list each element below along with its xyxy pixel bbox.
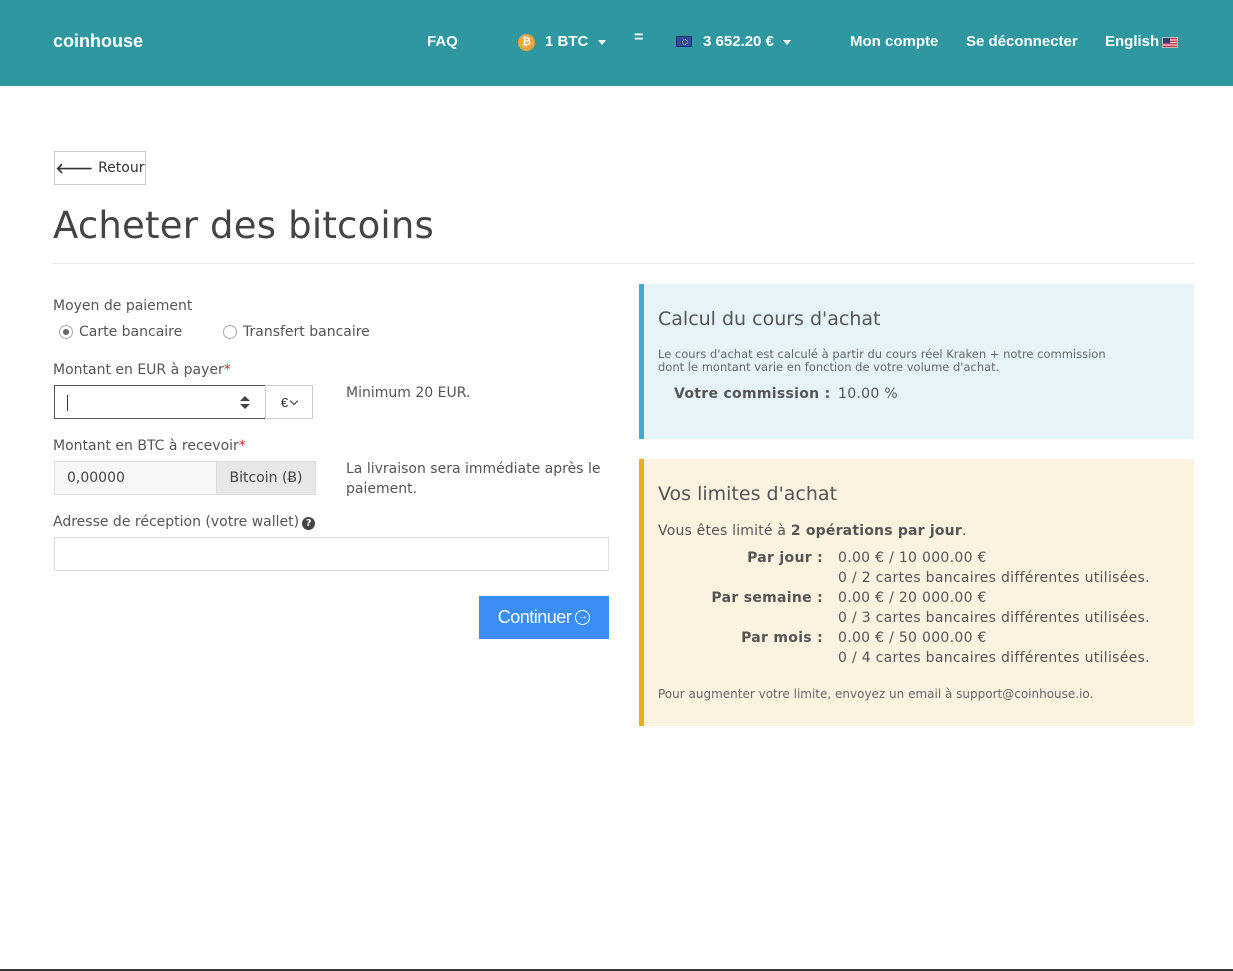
language-selector[interactable]: English bbox=[1105, 33, 1159, 50]
btc-amount-label-text: Montant en BTC à recevoir bbox=[53, 438, 239, 454]
limit-week-amount: 0.00 € / 20 000.00 € bbox=[838, 590, 987, 606]
arrow-left-icon: 🡐 bbox=[55, 160, 94, 177]
limit-week-cards: 0 / 3 cartes bancaires différentes utili… bbox=[838, 610, 1150, 626]
wallet-address-label: Adresse de réception (votre wallet)? bbox=[53, 514, 316, 530]
limits-intro-prefix: Vous êtes limité à bbox=[658, 523, 791, 539]
top-navbar: coinhouse FAQ ₿ 1 BTC = 3 652.20 € Mon c… bbox=[0, 0, 1233, 86]
limit-week-label: Par semaine : bbox=[711, 590, 823, 606]
question-circle-icon[interactable]: ? bbox=[302, 517, 316, 530]
page-title: Acheter des bitcoins bbox=[53, 204, 435, 247]
limits-intro: Vous êtes limité à 2 opérations par jour… bbox=[658, 523, 967, 539]
arrow-circle-right-icon: → bbox=[575, 610, 591, 625]
btc-amount-input: 0,00000 bbox=[54, 461, 217, 495]
title-divider bbox=[53, 263, 1194, 264]
limit-month-amount: 0.00 € / 50 000.00 € bbox=[838, 630, 987, 646]
eur-amount-label: Montant en EUR à payer* bbox=[53, 362, 231, 378]
btc-currency-addon: Bitcoin (Ƀ) bbox=[216, 461, 316, 495]
eur-amount-label-text: Montant en EUR à payer bbox=[53, 362, 224, 378]
currency-select[interactable]: € bbox=[265, 385, 313, 419]
us-flag-icon[interactable] bbox=[1162, 37, 1178, 48]
radio-card-payment[interactable] bbox=[59, 325, 73, 339]
btc-delivery-help: La livraison sera immédiate après le pai… bbox=[346, 459, 600, 499]
nav-logout-link[interactable]: Se déconnecter bbox=[966, 33, 1078, 50]
chevron-down-icon[interactable] bbox=[598, 40, 606, 45]
radio-bank-transfer-label[interactable]: Transfert bancaire bbox=[243, 324, 370, 340]
limit-month-cards: 0 / 4 cartes bancaires différentes utili… bbox=[838, 650, 1150, 666]
eur-amount-dropdown[interactable]: 3 652.20 € bbox=[703, 33, 774, 50]
limits-intro-suffix: . bbox=[961, 523, 967, 539]
required-mark: * bbox=[223, 362, 231, 378]
btc-amount-label: Montant en BTC à recevoir* bbox=[53, 438, 246, 454]
text-cursor bbox=[67, 395, 68, 411]
wallet-address-label-text: Adresse de réception (votre wallet) bbox=[53, 514, 300, 530]
eur-amount-input[interactable] bbox=[54, 385, 266, 419]
eu-flag-icon bbox=[676, 36, 692, 47]
nav-account-link[interactable]: Mon compte bbox=[850, 33, 938, 50]
back-button-label: Retour bbox=[98, 160, 145, 176]
purchase-rate-panel: Calcul du cours d'achat Le cours d'achat… bbox=[639, 284, 1194, 439]
radio-card-payment-label[interactable]: Carte bancaire bbox=[79, 324, 182, 340]
purchase-limits-panel: Vos limites d'achat Vous êtes limité à 2… bbox=[639, 459, 1194, 726]
spinner-up-icon[interactable] bbox=[240, 396, 250, 401]
limits-intro-bold: 2 opérations par jour bbox=[790, 523, 962, 539]
limits-panel-title: Vos limites d'achat bbox=[658, 483, 838, 505]
limit-month-label: Par mois : bbox=[741, 630, 823, 646]
chevron-down-icon[interactable] bbox=[783, 40, 791, 45]
rate-panel-title: Calcul du cours d'achat bbox=[658, 308, 881, 330]
payment-method-label: Moyen de paiement bbox=[53, 298, 193, 314]
limit-day-label: Par jour : bbox=[747, 550, 823, 566]
back-button[interactable]: 🡐 Retour bbox=[54, 151, 146, 185]
btc-delivery-help-line1: La livraison sera immédiate après le bbox=[346, 461, 601, 477]
btc-delivery-help-line2: paiement. bbox=[346, 481, 418, 497]
continue-button[interactable]: Continuer → bbox=[479, 596, 609, 639]
currency-selected: € bbox=[280, 394, 289, 410]
radio-bank-transfer[interactable] bbox=[223, 325, 237, 339]
number-spinner[interactable] bbox=[240, 395, 250, 411]
commission-label: Votre commission : bbox=[674, 386, 831, 402]
btc-amount-dropdown[interactable]: 1 BTC bbox=[545, 33, 588, 50]
commission-value: 10.00 % bbox=[838, 386, 898, 402]
bitcoin-icon: ₿ bbox=[518, 34, 535, 51]
limits-footer: Pour augmenter votre limite, envoyez un … bbox=[658, 687, 1094, 701]
chevron-down-icon bbox=[289, 396, 299, 405]
equals-sign: = bbox=[634, 29, 644, 46]
limit-day-amount: 0.00 € / 10 000.00 € bbox=[838, 550, 987, 566]
required-mark: * bbox=[238, 438, 246, 454]
spinner-down-icon[interactable] bbox=[240, 404, 250, 409]
rate-description-line2: dont le montant varie en fonction de vot… bbox=[658, 360, 1000, 374]
eur-amount-help: Minimum 20 EUR. bbox=[346, 385, 471, 401]
limit-day-cards: 0 / 2 cartes bancaires différentes utili… bbox=[838, 570, 1150, 586]
brand-logo[interactable]: coinhouse bbox=[53, 31, 143, 52]
rate-panel-description: Le cours d'achat est calculé à partir du… bbox=[658, 348, 1106, 374]
nav-faq-link[interactable]: FAQ bbox=[427, 33, 458, 50]
continue-button-label: Continuer bbox=[497, 607, 572, 627]
wallet-address-input[interactable] bbox=[54, 537, 609, 571]
